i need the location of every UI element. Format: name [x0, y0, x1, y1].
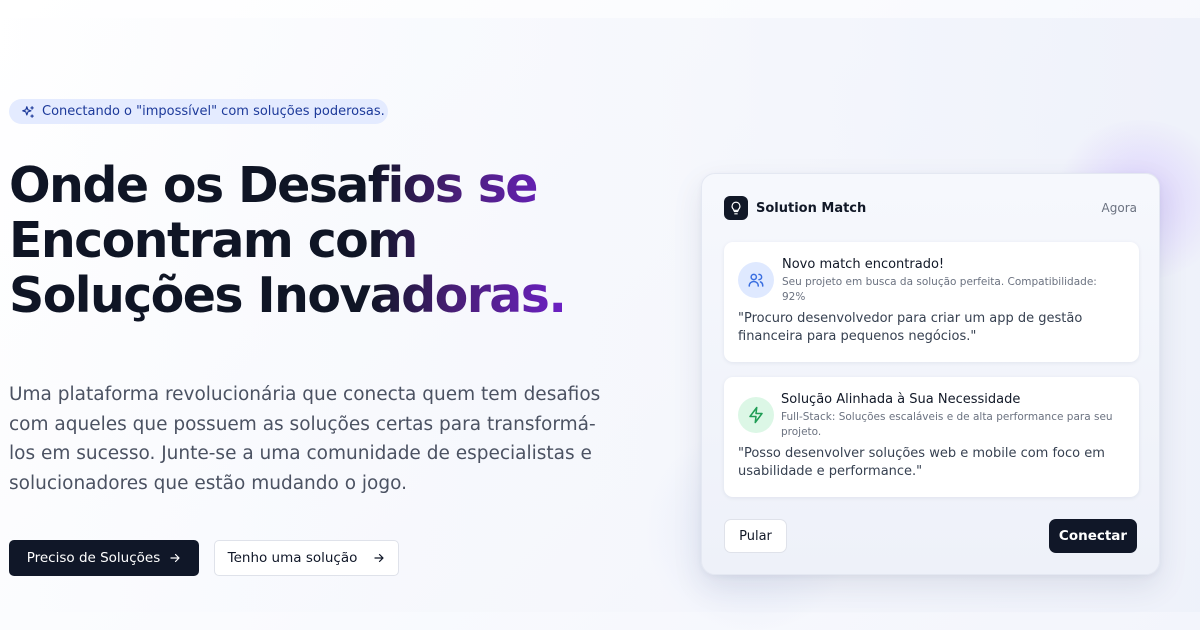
lightbulb-icon: [724, 196, 748, 220]
need-solutions-button[interactable]: Preciso de Soluções: [9, 540, 199, 576]
need-solutions-label: Preciso de Soluções: [26, 550, 161, 566]
users-icon: [738, 262, 774, 298]
tagline-badge: Conectando o "impossível" com soluções p…: [9, 99, 388, 124]
match-title: Solução Alinhada à Sua Necessidade: [781, 392, 1021, 407]
hero-description: Uma plataforma revolucionária que conect…: [9, 384, 601, 494]
solution-match-card: Solution Match Agora Novo match encontra…: [701, 173, 1160, 575]
match-subtitle: Full-Stack: Soluções escaláveis e de alt…: [781, 411, 1113, 438]
card-title: Solution Match: [756, 200, 867, 216]
match-item-aligned-solution[interactable]: Solução Alinhada à Sua Necessidade Full-…: [724, 377, 1139, 497]
page-headline: Onde os Desafios se Encontram com Soluçõ…: [9, 158, 629, 323]
connect-button[interactable]: Conectar: [1049, 519, 1137, 553]
match-title: Novo match encontrado!: [782, 257, 945, 272]
match-subtitle: Seu projeto em busca da solução perfeita…: [782, 276, 1097, 303]
match-quote: "Posso desenvolver soluções web e mobile…: [738, 446, 1105, 479]
match-text: Solução Alinhada à Sua Necessidade Full-…: [781, 391, 1117, 440]
arrow-right-icon: [373, 552, 385, 564]
headline-line-2: Encontram com: [9, 213, 629, 268]
sparkles-icon: [21, 105, 35, 119]
headline-line-1: Onde os Desafios se: [9, 158, 629, 213]
hero-page: Conectando o "impossível" com soluções p…: [0, 0, 1200, 630]
match-text: Novo match encontrado! Seu projeto em bu…: [782, 256, 1117, 305]
have-solution-button[interactable]: Tenho uma solução: [214, 540, 399, 576]
match-quote: "Procuro desenvolvedor para criar um app…: [738, 311, 1083, 344]
card-title-group: Solution Match: [724, 196, 866, 220]
match-item-new-match[interactable]: Novo match encontrado! Seu projeto em bu…: [724, 242, 1139, 362]
arrow-right-icon: [169, 552, 181, 564]
zap-icon: [738, 397, 774, 433]
card-header: Solution Match Agora: [724, 196, 1137, 220]
headline-line-3: Soluções Inovadoras.: [9, 268, 629, 323]
card-timestamp: Agora: [1101, 201, 1137, 215]
badge-text: Conectando o "impossível" com soluções p…: [42, 104, 385, 119]
skip-button[interactable]: Pular: [724, 519, 787, 553]
have-solution-label: Tenho uma solução: [227, 550, 358, 566]
